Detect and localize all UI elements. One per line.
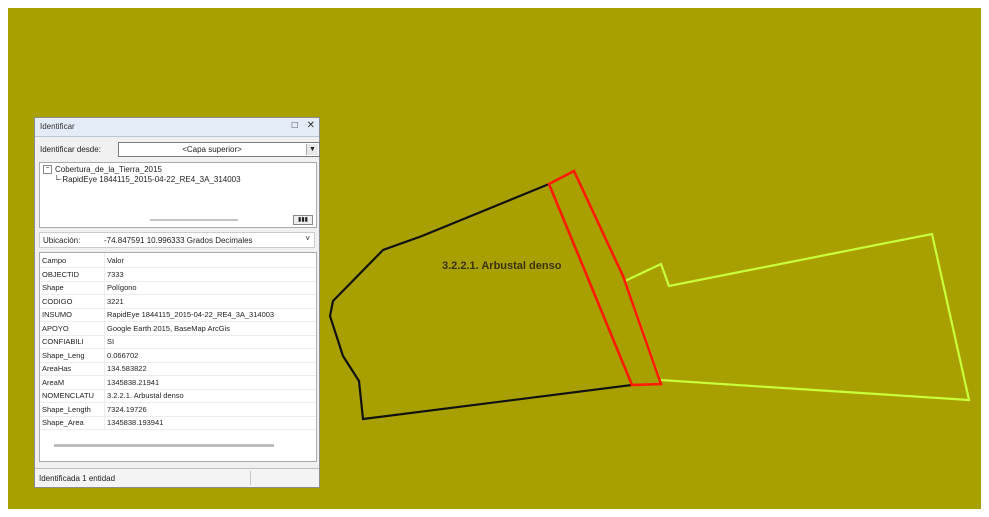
- field-value: 0.066702: [104, 348, 316, 363]
- tree-feature-label: RapidEye 1844115_2015-04-22_RE4_3A_31400…: [62, 175, 241, 184]
- result-tree[interactable]: − Cobertura_de_la_Tierra_2015 └·RapidEye …: [39, 162, 317, 228]
- field-value: 3.2.2.1. Arbustal denso: [104, 389, 316, 403]
- identify-titlebar[interactable]: Identificar □ ✕: [35, 118, 319, 137]
- adjacent-polygon[interactable]: [623, 232, 971, 402]
- field-name: Shape_Length: [40, 402, 105, 417]
- field-name: AreaM: [40, 375, 105, 390]
- table-row[interactable]: CODIGO 3221: [40, 294, 316, 309]
- table-row[interactable]: NOMENCLATU 3.2.2.1. Arbustal denso: [40, 389, 316, 403]
- location-row: Ubicación: -74.847591 10.996333 Grados D…: [39, 232, 315, 248]
- field-value: 1345838.193941: [104, 416, 316, 430]
- field-name: AreaHas: [40, 362, 105, 376]
- column-header: Valor: [104, 253, 316, 268]
- table-row[interactable]: AreaM 1345838.21941: [40, 375, 316, 390]
- field-name: OBJECTID: [40, 267, 105, 282]
- tree-layer-label: Cobertura_de_la_Tierra_2015: [55, 165, 162, 174]
- status-bar: Identificada 1 entidad: [35, 468, 319, 487]
- field-name: Shape_Area: [40, 416, 105, 430]
- field-value: Google Earth 2015, BaseMap ArcGis: [104, 321, 316, 336]
- field-name: APOYO: [40, 321, 105, 336]
- polygon-label: 3.2.2.1. Arbustal denso: [442, 260, 562, 272]
- table-header: Campo Valor: [40, 253, 316, 268]
- column-header: Campo: [40, 253, 105, 268]
- dock-icon[interactable]: □: [292, 120, 298, 131]
- table-row[interactable]: OBJECTID 7333: [40, 267, 316, 282]
- table-row[interactable]: CONFIABILI SI: [40, 335, 316, 349]
- identify-from-value: <Capa superior>: [182, 145, 242, 154]
- table-row[interactable]: INSUMO RapidEye 1844115_2015-04-22_RE4_3A…: [40, 308, 316, 322]
- table-row[interactable]: APOYO Google Earth 2015, BaseMap ArcGis: [40, 321, 316, 336]
- chevron-down-icon[interactable]: ▼: [306, 144, 318, 155]
- field-value: 134.583822: [104, 362, 316, 376]
- identify-from-row: Identificar desde: <Capa superior> ▼: [40, 142, 320, 158]
- field-name: Shape: [40, 281, 105, 295]
- field-name: Shape_Leng: [40, 348, 105, 363]
- window-title: Identificar: [40, 122, 75, 131]
- location-label: Ubicación:: [43, 236, 81, 245]
- tree-scrollbar[interactable]: [150, 219, 238, 221]
- tree-layer-node[interactable]: − Cobertura_de_la_Tierra_2015: [43, 165, 162, 175]
- table-row[interactable]: Shape_Length 7324.19726: [40, 402, 316, 417]
- field-value: 7324.19726: [104, 402, 316, 417]
- field-name: NOMENCLATU: [40, 389, 105, 403]
- table-scrollbar[interactable]: [54, 444, 274, 447]
- close-icon[interactable]: ✕: [307, 120, 315, 131]
- arbustal-polygon[interactable]: [328, 182, 634, 421]
- table-row[interactable]: Shape Polígono: [40, 281, 316, 295]
- location-value: -74.847591 10.996333 Grados Decimales: [104, 236, 253, 245]
- field-value: 7333: [104, 267, 316, 282]
- identify-from-label: Identificar desde:: [40, 145, 101, 154]
- field-name: CONFIABILI: [40, 335, 105, 349]
- field-value: 3221: [104, 294, 316, 309]
- identify-from-select[interactable]: <Capa superior> ▼: [118, 142, 320, 157]
- attributes-table[interactable]: Campo Valor OBJECTID 7333 Shape Polígono C…: [39, 252, 317, 462]
- field-value: 1345838.21941: [104, 375, 316, 390]
- table-row[interactable]: AreaHas 134.583822: [40, 362, 316, 376]
- table-row[interactable]: Shape_Area 1345838.193941: [40, 416, 316, 430]
- field-value: Polígono: [104, 281, 316, 295]
- field-value: SI: [104, 335, 316, 349]
- location-menu-icon[interactable]: ˅: [305, 234, 310, 243]
- collapse-icon[interactable]: −: [43, 165, 52, 175]
- table-row[interactable]: Shape_Leng 0.066702: [40, 348, 316, 363]
- highlighted-strip[interactable]: [547, 169, 663, 387]
- field-name: INSUMO: [40, 308, 105, 322]
- status-text: Identificada 1 entidad: [39, 474, 116, 483]
- field-name: CODIGO: [40, 294, 105, 309]
- identify-window[interactable]: Identificar □ ✕ Identificar desde: <Capa…: [34, 117, 320, 488]
- tree-feature-node[interactable]: └·RapidEye 1844115_2015-04-22_RE4_3A_314…: [54, 175, 241, 184]
- status-divider: [250, 471, 251, 485]
- expand-all-button[interactable]: ▮▮▮: [293, 215, 313, 225]
- field-value: RapidEye 1844115_2015-04-22_RE4_3A_31400…: [104, 308, 316, 322]
